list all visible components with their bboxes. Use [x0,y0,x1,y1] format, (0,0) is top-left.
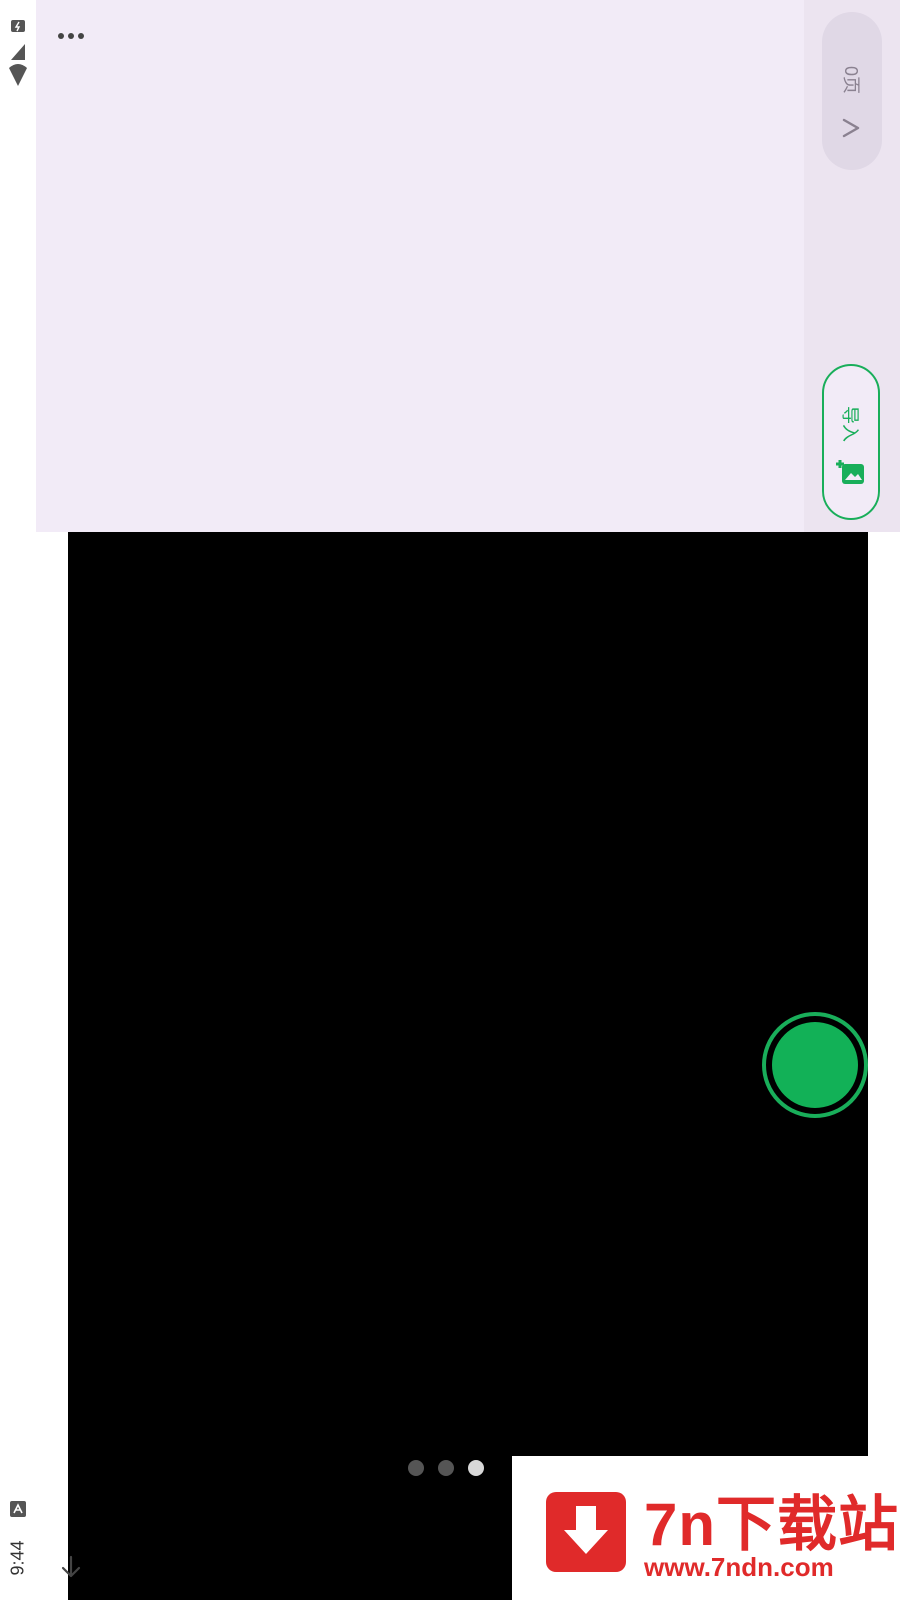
more-dots-icon[interactable] [56,30,86,42]
status-time: 9:44 [7,1540,28,1576]
status-icons [9,20,27,86]
arrow-down-icon[interactable] [58,1554,84,1580]
page-dot [438,1460,454,1476]
page-dot [408,1460,424,1476]
signal-icon [11,44,25,60]
wifi-icon [9,64,27,86]
download-arrow-icon [546,1492,626,1572]
page-indicator [408,1460,498,1478]
import-label: 导入 [840,406,860,442]
page-dot-active [468,1460,484,1476]
battery-icon [11,20,25,32]
watermark-title: 7n下载站 [644,1491,900,1558]
shutter-button[interactable] [762,1012,868,1118]
pages-count-label: 0页 [841,65,861,95]
notification-a-icon [10,1501,26,1517]
add-image-icon [836,460,864,484]
shutter-inner [772,1022,858,1108]
chevron-right-icon [842,118,860,138]
pages-button[interactable]: 0页 [822,12,882,170]
status-bar: 9:44 [0,0,36,1600]
camera-viewfinder [68,532,868,1600]
import-button[interactable]: 导入 [822,364,880,520]
capture-preview-panel [36,0,842,532]
watermark: 7n下载站 www.7ndn.com [512,1456,900,1600]
watermark-url: www.7ndn.com [644,1552,834,1582]
